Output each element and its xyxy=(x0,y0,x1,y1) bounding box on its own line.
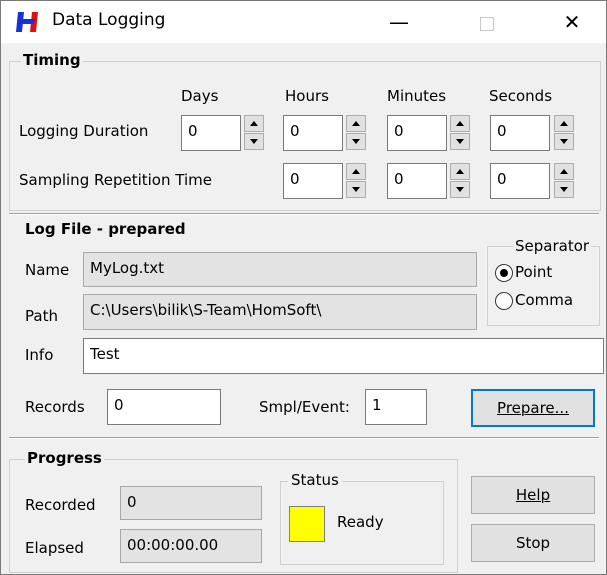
recorded-label: Recorded xyxy=(25,496,96,514)
sampling-minutes-input[interactable]: 0 xyxy=(387,163,447,199)
spin-down-icon[interactable] xyxy=(554,133,574,150)
spin-up-icon[interactable] xyxy=(450,115,470,132)
header-days: Days xyxy=(181,87,219,105)
duration-days-input[interactable]: 0 xyxy=(181,115,241,151)
duration-minutes-input[interactable]: 0 xyxy=(387,115,447,151)
app-logo-icon xyxy=(16,12,38,32)
separator-point-radio[interactable] xyxy=(495,264,513,282)
maximize-icon xyxy=(480,16,494,31)
sampling-hours-spinner[interactable] xyxy=(346,163,366,199)
info-input[interactable]: Test xyxy=(83,338,604,374)
logging-duration-label: Logging Duration xyxy=(19,122,149,140)
smpl-event-label: Smpl/Event: xyxy=(259,398,350,416)
close-button[interactable]: ✕ xyxy=(542,1,602,43)
spin-up-icon[interactable] xyxy=(450,163,470,180)
log-name-field: MyLog.txt xyxy=(83,252,477,287)
spin-down-icon[interactable] xyxy=(554,181,574,198)
name-label: Name xyxy=(25,261,70,279)
log-path-field: C:\Users\bilik\S-Team\HomSoft\ xyxy=(83,294,477,330)
sampling-hours-input[interactable]: 0 xyxy=(283,163,343,199)
separator-point-label[interactable]: Point xyxy=(515,263,552,281)
timing-group-title: Timing xyxy=(21,51,83,69)
header-minutes: Minutes xyxy=(387,87,447,105)
spin-up-icon[interactable] xyxy=(346,163,366,180)
separator-group xyxy=(487,246,600,326)
elapsed-field: 00:00:00.00 xyxy=(120,529,262,563)
records-input[interactable]: 0 xyxy=(107,389,221,425)
info-label: Info xyxy=(25,346,54,364)
duration-days-spinner[interactable] xyxy=(244,115,264,151)
title-bar: Data Logging — ✕ xyxy=(1,1,606,43)
prepare-button-label: Prepare... xyxy=(497,399,569,417)
sampling-repetition-label: Sampling Repetition Time xyxy=(19,171,212,189)
data-logging-window: Data Logging — ✕ Timing Days Hours Minut… xyxy=(0,0,607,575)
header-hours: Hours xyxy=(285,87,329,105)
spin-up-icon[interactable] xyxy=(244,115,264,132)
spin-up-icon[interactable] xyxy=(554,115,574,132)
stop-button[interactable]: Stop xyxy=(471,524,595,562)
divider xyxy=(9,437,599,439)
status-indicator-light xyxy=(289,506,325,542)
spin-down-icon[interactable] xyxy=(450,133,470,150)
progress-group-title: Progress xyxy=(25,449,104,467)
help-button[interactable]: Help xyxy=(471,476,595,514)
help-button-label: Help xyxy=(515,486,551,504)
sampling-seconds-input[interactable]: 0 xyxy=(490,163,550,199)
duration-hours-input[interactable]: 0 xyxy=(283,115,343,151)
window-title: Data Logging xyxy=(52,10,166,30)
spin-up-icon[interactable] xyxy=(346,115,366,132)
sampling-minutes-spinner[interactable] xyxy=(450,163,470,199)
log-file-group-title: Log File - prepared xyxy=(25,220,186,238)
spin-down-icon[interactable] xyxy=(346,133,366,150)
spin-down-icon[interactable] xyxy=(244,133,264,150)
smpl-event-input[interactable]: 1 xyxy=(365,389,427,425)
duration-hours-spinner[interactable] xyxy=(346,115,366,151)
minimize-button[interactable]: — xyxy=(369,1,429,43)
recorded-field: 0 xyxy=(120,486,262,520)
separator-comma-radio[interactable] xyxy=(495,292,513,310)
status-text: Ready xyxy=(337,513,384,531)
elapsed-label: Elapsed xyxy=(25,539,84,557)
separator-group-title: Separator xyxy=(513,237,592,255)
spin-up-icon[interactable] xyxy=(554,163,574,180)
divider xyxy=(9,213,599,215)
duration-seconds-input[interactable]: 0 xyxy=(490,115,550,151)
maximize-button[interactable] xyxy=(457,1,517,43)
duration-minutes-spinner[interactable] xyxy=(450,115,470,151)
records-label: Records xyxy=(25,398,85,416)
spin-down-icon[interactable] xyxy=(450,181,470,198)
sampling-seconds-spinner[interactable] xyxy=(554,163,574,199)
stop-button-label: Stop xyxy=(515,534,551,552)
separator-comma-label[interactable]: Comma xyxy=(515,291,573,309)
spin-down-icon[interactable] xyxy=(346,181,366,198)
prepare-button[interactable]: Prepare... xyxy=(471,389,595,427)
path-label: Path xyxy=(25,307,58,325)
status-group-title: Status xyxy=(288,471,342,489)
header-seconds: Seconds xyxy=(489,87,553,105)
duration-seconds-spinner[interactable] xyxy=(554,115,574,151)
